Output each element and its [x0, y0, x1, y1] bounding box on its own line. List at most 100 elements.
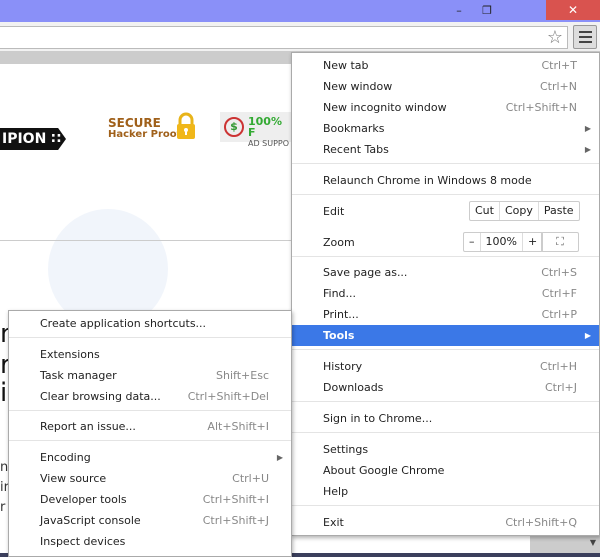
chrome-menu-button[interactable] [573, 25, 597, 49]
dropdown-arrow-icon: ▼ [589, 538, 596, 547]
page-text: i [0, 378, 8, 408]
shortcut-label: Ctrl+U [232, 472, 269, 485]
menu-item-relaunch-windows8[interactable]: Relaunch Chrome in Windows 8 mode [292, 170, 599, 191]
menu-item-inspect-devices[interactable]: Inspect devices [9, 531, 291, 552]
menu-item-javascript-console[interactable]: JavaScript console Ctrl+Shift+J [9, 510, 291, 531]
menu-item-find[interactable]: Find... Ctrl+F [292, 283, 599, 304]
menu-item-print[interactable]: Print... Ctrl+P [292, 304, 599, 325]
menu-item-help[interactable]: Help [292, 481, 599, 502]
menu-item-clear-browsing-data[interactable]: Clear browsing data... Ctrl+Shift+Del [9, 386, 291, 407]
menu-item-label: Relaunch Chrome in Windows 8 mode [323, 174, 532, 187]
fullscreen-button[interactable]: ⛶ [541, 232, 579, 252]
menu-item-label: New tab [323, 59, 369, 72]
page-text: n [0, 460, 9, 475]
chrome-menu: New tab Ctrl+T New window Ctrl+N New incog… [291, 52, 600, 536]
menu-item-history[interactable]: History Ctrl+H [292, 356, 599, 377]
hamburger-icon-line [578, 41, 592, 43]
menu-item-new-window[interactable]: New window Ctrl+N [292, 76, 599, 97]
menu-separator [292, 256, 599, 257]
menu-item-label: View source [40, 472, 107, 485]
menu-item-new-tab[interactable]: New tab Ctrl+T [292, 55, 599, 76]
menu-item-sign-in[interactable]: Sign in to Chrome... [292, 408, 599, 429]
menu-item-report-issue[interactable]: Report an issue... Alt+Shift+I [9, 416, 291, 437]
hamburger-icon-line [578, 31, 592, 33]
minimize-button[interactable]: – [446, 0, 472, 20]
menu-item-exit[interactable]: Exit Ctrl+Shift+Q [292, 512, 599, 533]
menu-item-extensions[interactable]: Extensions [9, 344, 291, 365]
menu-item-label: Help [323, 485, 349, 498]
shortcut-label: Ctrl+P [541, 308, 577, 321]
shortcut-label: Ctrl+Shift+I [202, 493, 269, 506]
shortcut-label: Alt+Shift+I [207, 420, 269, 433]
page-dropdown[interactable]: ▼ [530, 536, 600, 553]
zoom-out-button[interactable]: – [464, 233, 480, 251]
paste-button[interactable]: Paste [537, 202, 579, 220]
menu-item-encoding[interactable]: Encoding ▶ [9, 447, 291, 468]
menu-item-new-incognito-window[interactable]: New incognito window Ctrl+Shift+N [292, 97, 599, 118]
menu-item-create-app-shortcuts[interactable]: Create application shortcuts... [9, 313, 291, 334]
shortcut-label: Ctrl+Shift+Q [505, 516, 577, 529]
menu-separator [292, 349, 599, 350]
menu-item-label: Find... [323, 287, 357, 300]
shortcut-label: Ctrl+H [539, 360, 577, 373]
menu-item-label: Clear browsing data... [40, 390, 161, 403]
cut-button[interactable]: Cut [470, 202, 499, 220]
champion-badge: IPION ∷ [0, 128, 66, 150]
no-dollar-icon: $ [224, 117, 244, 137]
maximize-button[interactable]: ❐ [474, 0, 500, 20]
menu-item-label: Create application shortcuts... [40, 317, 207, 330]
shortcut-label: Ctrl+N [539, 80, 577, 93]
menu-item-about-chrome[interactable]: About Google Chrome [292, 460, 599, 481]
bookmark-star-icon[interactable]: ☆ [547, 27, 563, 48]
menu-separator [292, 505, 599, 506]
padlock-icon [177, 112, 195, 139]
menu-item-developer-tools[interactable]: Developer tools Ctrl+Shift+I [9, 489, 291, 510]
menu-item-label: Print... [323, 308, 359, 321]
menu-item-label: Inspect devices [40, 535, 126, 548]
page-header-bar [0, 52, 300, 64]
menu-item-tools[interactable]: Tools ▶ [292, 325, 599, 346]
menu-separator [9, 440, 291, 441]
submenu-arrow-icon: ▶ [584, 145, 591, 154]
shortcut-label: Ctrl+T [541, 59, 577, 72]
menu-item-recent-tabs[interactable]: Recent Tabs ▶ [292, 139, 599, 160]
secure-title: SECURE [108, 116, 161, 130]
browser-toolbar: ☆ [0, 22, 600, 52]
menu-item-label: New window [323, 80, 393, 93]
menu-separator [9, 410, 291, 411]
shortcut-label: Shift+Esc [216, 369, 269, 382]
submenu-arrow-icon: ▶ [584, 124, 591, 133]
submenu-arrow-icon: ▶ [584, 331, 591, 340]
close-button[interactable]: ✕ [546, 0, 600, 20]
shortcut-label: Ctrl+Shift+J [202, 514, 269, 527]
zoom-button-group: – 100% + [463, 232, 544, 252]
zoom-in-button[interactable]: + [521, 233, 542, 251]
menu-item-label: Settings [323, 443, 369, 456]
address-bar[interactable]: ☆ [0, 26, 568, 49]
menu-item-label: Tools [323, 329, 355, 342]
menu-item-label: Extensions [40, 348, 100, 361]
menu-item-label: History [323, 360, 363, 373]
menu-item-save-page[interactable]: Save page as... Ctrl+S [292, 262, 599, 283]
ad-free-subtitle: AD SUPPO [248, 139, 290, 148]
menu-item-downloads[interactable]: Downloads Ctrl+J [292, 377, 599, 398]
menu-item-label: Downloads [323, 381, 384, 394]
shortcut-label: Ctrl+F [541, 287, 577, 300]
menu-item-view-source[interactable]: View source Ctrl+U [9, 468, 291, 489]
menu-item-settings[interactable]: Settings [292, 439, 599, 460]
shortcut-label: Ctrl+S [541, 266, 577, 279]
menu-item-label: Exit [323, 516, 344, 529]
copy-button[interactable]: Copy [498, 202, 538, 220]
menu-item-label: About Google Chrome [323, 464, 445, 477]
menu-item-task-manager[interactable]: Task manager Shift+Esc [9, 365, 291, 386]
menu-item-label: Encoding [40, 451, 91, 464]
zoom-level: 100% [479, 233, 522, 251]
secure-subtitle: Hacker Proof [108, 129, 181, 140]
menu-separator [292, 432, 599, 433]
shortcut-label: Ctrl+J [544, 381, 577, 394]
menu-item-label: New incognito window [323, 101, 447, 114]
menu-item-label: Sign in to Chrome... [323, 412, 433, 425]
edit-button-group: Cut Copy Paste [469, 201, 580, 221]
divider [0, 240, 292, 241]
menu-item-bookmarks[interactable]: Bookmarks ▶ [292, 118, 599, 139]
